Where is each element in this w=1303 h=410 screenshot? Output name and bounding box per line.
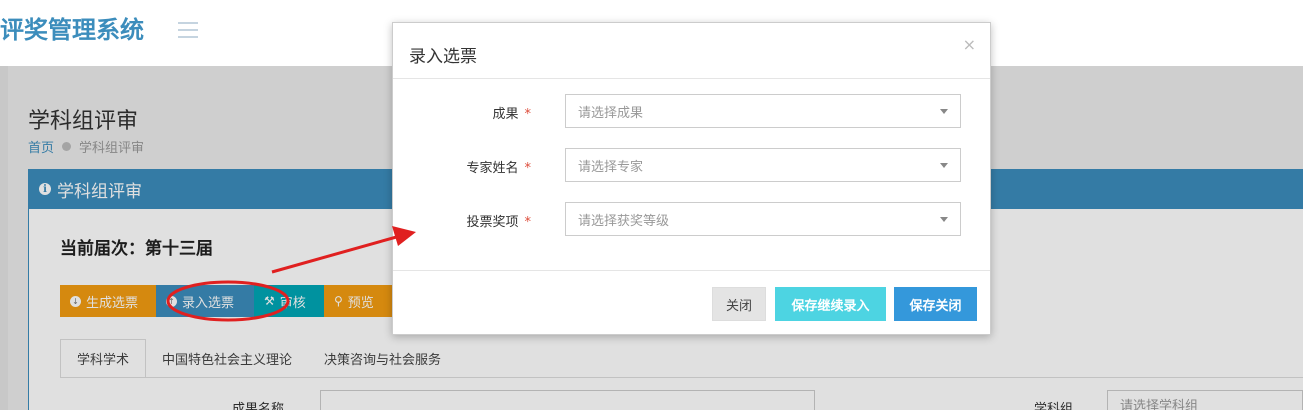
save-continue-button[interactable]: 保存继续录入	[775, 287, 886, 321]
save-close-button[interactable]: 保存关闭	[894, 287, 977, 321]
award-field-label: 投票奖项 *	[431, 211, 531, 230]
expert-label-text: 专家姓名	[466, 161, 519, 176]
expert-select-placeholder: 请选择专家	[578, 159, 644, 175]
result-select-placeholder: 请选择成果	[578, 105, 644, 121]
enter-ballot-modal: 录入选票 × 成果 * 请选择成果 专家姓名 * 请选择专家 投票奖项 * 请选择获奖…	[392, 22, 991, 335]
award-level-select[interactable]: 请选择获奖等级	[565, 202, 961, 236]
modal-title: 录入选票	[409, 47, 477, 67]
modal-close-button[interactable]: 关闭	[712, 287, 766, 321]
caret-down-icon	[940, 109, 948, 114]
award-select-placeholder: 请选择获奖等级	[578, 213, 670, 229]
modal-header-divider	[393, 78, 990, 79]
expert-select[interactable]: 请选择专家	[565, 148, 961, 182]
expert-field-label: 专家姓名 *	[431, 157, 531, 176]
close-icon[interactable]: ×	[963, 35, 976, 54]
result-label-text: 成果	[492, 107, 519, 122]
caret-down-icon	[940, 163, 948, 168]
required-mark: *	[524, 215, 532, 230]
app-title: 评奖管理系统	[0, 16, 144, 44]
required-mark: *	[524, 107, 532, 122]
award-label-text: 投票奖项	[466, 215, 519, 230]
result-select[interactable]: 请选择成果	[565, 94, 961, 128]
result-field-label: 成果 *	[431, 103, 531, 122]
hamburger-icon[interactable]	[178, 22, 198, 38]
modal-footer-divider	[393, 270, 990, 271]
caret-down-icon	[940, 217, 948, 222]
required-mark: *	[524, 161, 532, 176]
